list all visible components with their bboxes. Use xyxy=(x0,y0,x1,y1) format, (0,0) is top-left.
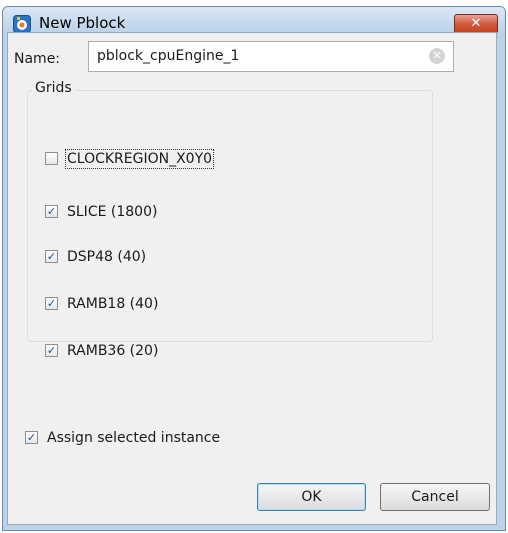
checkbox[interactable]: ✓ xyxy=(25,431,38,444)
assign-label: Assign selected instance xyxy=(47,430,221,446)
checkbox[interactable]: ✓ xyxy=(45,344,58,357)
name-input[interactable]: pblock_cpuEngine_1 ✕ xyxy=(88,41,454,72)
clear-icon[interactable]: ✕ xyxy=(429,48,445,64)
grid-item-label: CLOCKREGION_X0Y0 xyxy=(64,149,215,169)
checkbox[interactable]: ✓ xyxy=(45,297,58,310)
name-input-value: pblock_cpuEngine_1 xyxy=(97,48,240,64)
window-title: New Pblock xyxy=(39,14,126,32)
grid-item-label: RAMB36 (20) xyxy=(67,343,159,359)
ok-button[interactable]: OK xyxy=(257,483,366,511)
grids-legend: Grids xyxy=(32,80,75,96)
grid-item-label: DSP48 (40) xyxy=(67,249,147,265)
app-icon xyxy=(13,15,31,33)
cancel-button[interactable]: Cancel xyxy=(380,483,490,511)
grid-item-label: RAMB18 (40) xyxy=(67,296,159,312)
close-button[interactable]: ✕ xyxy=(454,14,498,34)
checkbox[interactable]: ✓ xyxy=(45,250,58,263)
name-label: Name: xyxy=(14,51,61,67)
checkbox[interactable]: ✓ xyxy=(45,205,58,218)
checkbox[interactable] xyxy=(45,152,58,165)
grid-item-label: SLICE (1800) xyxy=(67,204,158,220)
